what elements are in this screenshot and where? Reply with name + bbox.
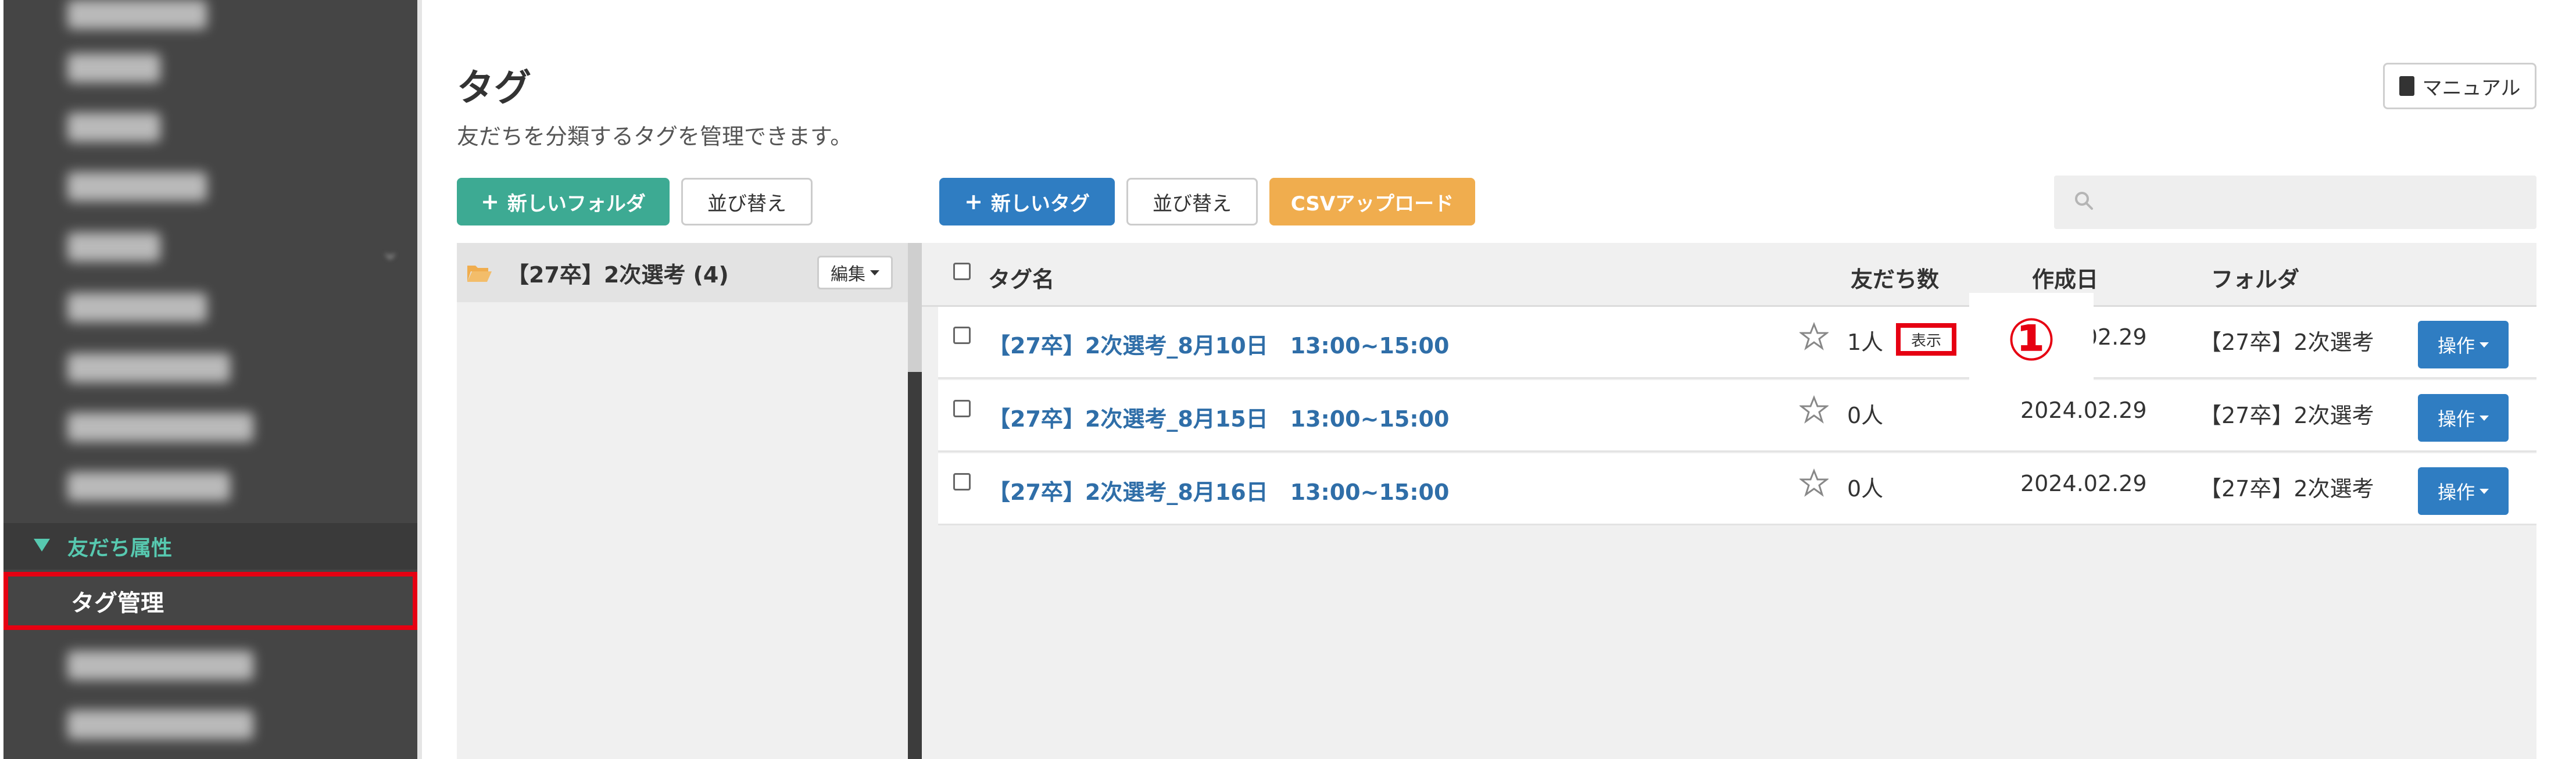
sidebar-item-blurred[interactable] — [67, 353, 230, 382]
show-friends-button[interactable]: 表示 — [1896, 323, 1956, 356]
sidebar-item-blurred[interactable] — [67, 413, 253, 442]
new-folder-button[interactable]: + 新しいフォルダ — [457, 178, 670, 225]
column-header-folder[interactable]: フォルダ — [2211, 262, 2299, 293]
sidebar-item-tag-management[interactable]: タグ管理 — [3, 572, 417, 630]
friend-count: 0人 — [1847, 476, 1884, 502]
star-icon[interactable] — [1799, 322, 1829, 351]
caret-down-icon — [2480, 415, 2489, 421]
filter-icon — [34, 539, 50, 552]
sidebar-item-blurred[interactable] — [67, 172, 207, 201]
folder-name-cell: 【27卒】2次選考 — [2199, 476, 2374, 502]
row-checkbox[interactable] — [953, 400, 971, 417]
annotation-marker: ① — [1969, 293, 2094, 386]
search-icon — [2075, 192, 2093, 210]
sidebar-item-blurred[interactable] — [67, 472, 230, 501]
folder-name-cell: 【27卒】2次選考 — [2199, 403, 2374, 428]
sidebar-divider — [417, 0, 422, 759]
folder-name: 【27卒】2次選考 (4) — [507, 262, 729, 288]
search-input[interactable] — [2054, 176, 2536, 229]
star-icon[interactable] — [1799, 468, 1829, 497]
caret-down-icon — [2480, 488, 2489, 494]
sidebar-item-blurred[interactable] — [67, 113, 160, 142]
show-friends-label: 表示 — [1910, 332, 1941, 350]
operate-button[interactable]: 操作 — [2418, 321, 2509, 368]
plus-icon: + — [964, 189, 983, 214]
table-row: 【27卒】2次選考_8月16日 13:00~15:00 0人 2024.02.2… — [938, 453, 2536, 525]
table-row: 【27卒】2次選考_8月15日 13:00~15:00 0人 2024.02.2… — [938, 380, 2536, 452]
sidebar: ⌄ 友だち属性 タグ管理 — [3, 0, 417, 759]
manual-button[interactable]: マニュアル — [2383, 63, 2536, 109]
tag-table: タグ名 友だち数 作成日 フォルダ 【27卒】2次選考_8月10日 13:00~… — [922, 243, 2536, 759]
folder-name-cell: 【27卒】2次選考 — [2199, 330, 2374, 355]
csv-upload-label: CSVアップロード — [1290, 192, 1454, 216]
column-header-tag-name[interactable]: タグ名 — [988, 262, 1054, 293]
page-title: タグ — [457, 67, 531, 110]
operate-button[interactable]: 操作 — [2418, 467, 2509, 515]
caret-down-icon — [870, 270, 879, 275]
operate-button[interactable]: 操作 — [2418, 394, 2509, 442]
caret-down-icon — [2480, 342, 2489, 348]
folder-panel: 【27卒】2次選考 (4) 編集 — [457, 243, 922, 759]
csv-upload-button[interactable]: CSVアップロード — [1269, 178, 1475, 225]
friend-count: 0人 — [1847, 403, 1884, 428]
tag-name-link[interactable]: 【27卒】2次選考_8月10日 13:00~15:00 — [988, 328, 1449, 360]
sidebar-category-friend-attributes: 友だち属性 — [3, 523, 417, 570]
book-icon — [2399, 76, 2414, 96]
column-header-created[interactable]: 作成日 — [2032, 262, 2098, 293]
sidebar-item-blurred[interactable] — [67, 651, 253, 680]
tag-name-link[interactable]: 【27卒】2次選考_8月16日 13:00~15:00 — [988, 474, 1449, 506]
select-all-checkbox[interactable] — [953, 263, 971, 280]
sort-folders-label: 並び替え — [707, 192, 786, 216]
folder-edit-button[interactable]: 編集 — [817, 256, 893, 289]
page-description: 友だちを分類するタグを管理できます。 — [457, 124, 853, 149]
operate-label: 操作 — [2437, 481, 2475, 503]
sidebar-item-blurred[interactable] — [67, 710, 253, 739]
sidebar-item-label: タグ管理 — [71, 590, 164, 617]
scrollbar-thumb[interactable] — [908, 372, 922, 759]
new-folder-label: 新しいフォルダ — [507, 192, 646, 216]
sidebar-item-blurred[interactable] — [67, 0, 207, 29]
table-row: 【27卒】2次選考_8月10日 13:00~15:00 1人 表示 2024.0… — [938, 307, 2536, 379]
star-icon[interactable] — [1799, 395, 1829, 424]
sort-tags-button[interactable]: 並び替え — [1126, 178, 1258, 225]
row-checkbox[interactable] — [953, 473, 971, 491]
friend-count: 1人 — [1847, 330, 1884, 355]
created-date: 2024.02.29 — [2020, 398, 2147, 423]
folder-edit-label: 編集 — [831, 264, 865, 285]
operate-label: 操作 — [2437, 335, 2475, 357]
new-tag-label: 新しいタグ — [990, 192, 1090, 216]
manual-label: マニュアル — [2422, 76, 2521, 100]
plus-icon: + — [481, 189, 499, 214]
sidebar-item-blurred[interactable] — [67, 293, 207, 322]
table-header: タグ名 友だち数 作成日 フォルダ — [922, 243, 2536, 307]
new-tag-button[interactable]: + 新しいタグ — [939, 178, 1115, 225]
operate-label: 操作 — [2437, 408, 2475, 430]
sort-tags-label: 並び替え — [1153, 192, 1232, 216]
sort-folders-button[interactable]: 並び替え — [681, 178, 813, 225]
sidebar-item-blurred[interactable] — [67, 53, 160, 83]
sidebar-category-label: 友だち属性 — [67, 536, 173, 560]
chevron-down-icon: ⌄ — [380, 238, 400, 265]
row-checkbox[interactable] — [953, 327, 971, 344]
folder-open-icon — [467, 266, 492, 282]
column-header-friend-count[interactable]: 友だち数 — [1851, 262, 1939, 293]
tag-name-link[interactable]: 【27卒】2次選考_8月15日 13:00~15:00 — [988, 401, 1449, 433]
created-date: 2024.02.29 — [2020, 471, 2147, 496]
sidebar-item-blurred[interactable] — [67, 232, 160, 262]
folder-item[interactable]: 【27卒】2次選考 (4) 編集 — [457, 243, 908, 302]
